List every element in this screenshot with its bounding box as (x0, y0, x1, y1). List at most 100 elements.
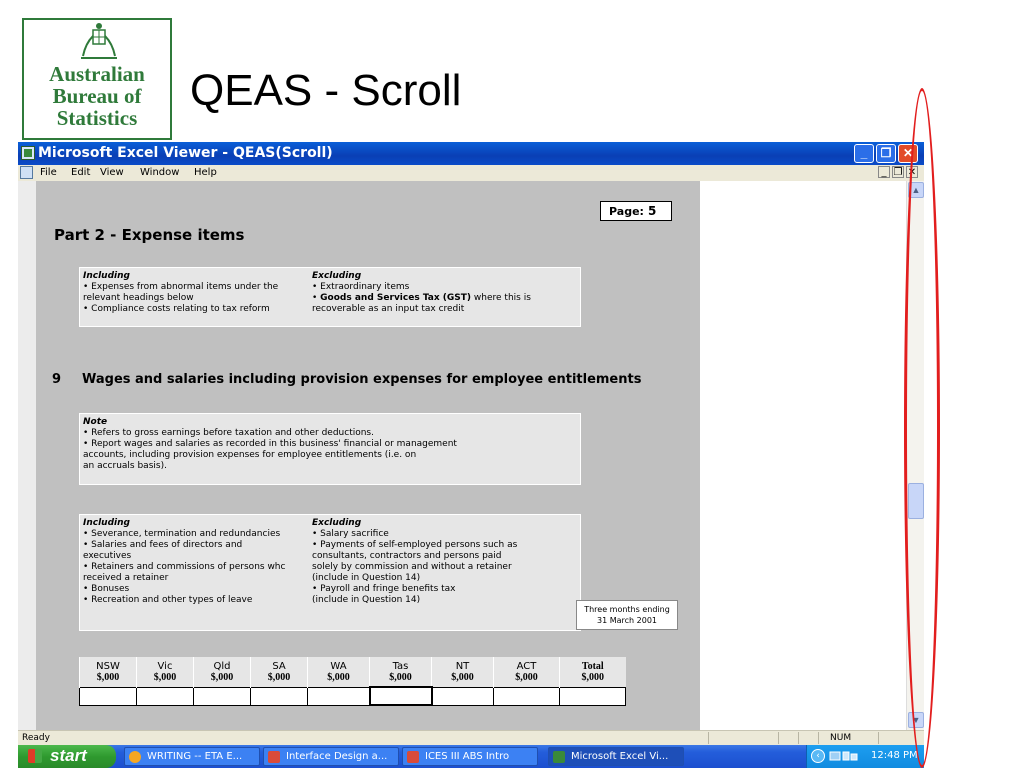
excluding-line: • Payments of self-employed persons such… (312, 540, 518, 550)
window-titlebar[interactable]: Microsoft Excel Viewer - QEAS(Scroll) _ … (18, 142, 924, 165)
taskbar-item-ices[interactable]: ICES III ABS Intro (402, 747, 538, 766)
gst-bullet: • (312, 293, 321, 303)
period-line: Three months ending (584, 605, 670, 614)
cell-nt[interactable] (431, 686, 494, 706)
column-header-sa: SA $,000 (250, 657, 308, 687)
excluding-header: Excluding (312, 271, 362, 281)
logo-line-1: Australian (49, 62, 145, 86)
note-header: Note (83, 417, 108, 427)
taskbar-item-interface-design[interactable]: Interface Design a... (263, 747, 399, 766)
excel-app-icon[interactable] (21, 146, 35, 160)
period-line: 31 March 2001 (596, 616, 657, 625)
status-divider (878, 732, 879, 744)
including-line: executives (83, 551, 132, 561)
state-values-table: NSW $,000 Vic $,000 Qld $,000 SA $,000 WA $,0… (79, 657, 626, 706)
excel-icon (553, 751, 565, 763)
column-header-total: Total $,000 (559, 657, 626, 687)
start-label: start (50, 746, 87, 765)
scrollbar-highlight-annotation (904, 88, 940, 768)
including-line: • Salaries and fees of directors and (83, 540, 243, 550)
note-line: accounts, including provision expenses f… (83, 450, 417, 460)
slide: Australian Bureau of Statistics QEAS - S… (0, 0, 1024, 768)
part-heading: Part 2 - Expense items (54, 226, 245, 244)
cell-nsw[interactable] (79, 686, 137, 706)
menu-edit[interactable]: Edit (71, 167, 90, 178)
question-text: Wages and salaries including provision e… (82, 372, 642, 387)
including-line: • Bonuses (83, 584, 130, 594)
page-label: Page: (609, 205, 644, 218)
status-divider (778, 732, 779, 744)
workbook-icon[interactable] (20, 166, 33, 179)
abs-logo: Australian Bureau of Statistics (22, 18, 172, 140)
reporting-period-box: Three months ending 31 March 2001 (576, 600, 678, 630)
taskbar-item-excel-viewer[interactable]: Microsoft Excel Vi... (548, 747, 684, 766)
excluding-line: • Salary sacrifice (312, 529, 389, 539)
logo-line-3: Statistics (56, 106, 138, 130)
column-header-act: ACT $,000 (493, 657, 560, 687)
column-header-vic: Vic $,000 (136, 657, 194, 687)
powerpoint-icon (268, 751, 280, 763)
windows-logo-icon (28, 749, 42, 763)
including-header: Including (83, 518, 130, 528)
task-label: ICES III ABS Intro (425, 751, 510, 762)
question-number: 9 (52, 372, 62, 387)
column-header-tas: Tas $,000 (369, 657, 432, 687)
excluding-line: (include in Question 14) (312, 573, 421, 583)
column-header-nsw: NSW $,000 (79, 657, 137, 687)
cell-wa[interactable] (307, 686, 370, 706)
table-header-row: NSW $,000 Vic $,000 Qld $,000 SA $,000 WA $,0… (79, 657, 626, 687)
worksheet-area[interactable]: Page: 5 Part 2 - Expense items Including … (18, 181, 906, 730)
excluding-line: • Extraordinary items (312, 282, 410, 292)
gst-rest-text: where this is (471, 293, 531, 303)
excluding-line: solely by commission and without a retai… (312, 562, 512, 572)
powerpoint-icon (407, 751, 419, 763)
column-header-qld: Qld $,000 (193, 657, 251, 687)
excluding-line: (include in Question 14) (312, 595, 421, 605)
expense-items-box: Including • Expenses from abnormal items… (79, 267, 581, 327)
cell-vic[interactable] (136, 686, 194, 706)
cell-act[interactable] (493, 686, 560, 706)
cell-qld[interactable] (193, 686, 251, 706)
sheet-page: Page: 5 Part 2 - Expense items Including … (36, 181, 700, 730)
note-line: • Refers to gross earnings before taxati… (83, 428, 374, 438)
taskbar-item-writing[interactable]: WRITING -- ETA E... (124, 747, 260, 766)
minimize-button[interactable]: _ (854, 144, 874, 163)
page-indicator: Page: 5 (600, 201, 672, 221)
cell-sa[interactable] (250, 686, 308, 706)
menu-view[interactable]: View (100, 167, 124, 178)
task-label: Microsoft Excel Vi... (571, 751, 669, 762)
column-header-nt: NT $,000 (431, 657, 494, 687)
task-label: Interface Design a... (286, 751, 388, 762)
including-line: • Retainers and commissions of persons w… (83, 562, 286, 572)
coat-of-arms-icon (81, 23, 117, 59)
cell-tas[interactable] (368, 686, 433, 706)
slide-title: QEAS - Scroll (190, 66, 462, 115)
status-ready: Ready (22, 733, 50, 743)
column-header-wa: WA $,000 (307, 657, 370, 687)
messenger-icon (129, 751, 141, 763)
menu-help[interactable]: Help (194, 167, 217, 178)
menu-window[interactable]: Window (140, 167, 179, 178)
menu-file[interactable]: File (40, 167, 57, 178)
including-header: Including (83, 271, 130, 281)
including-line: received a retainer (83, 573, 169, 583)
table-row (79, 686, 626, 706)
gst-bold-text: Goods and Services Tax (GST) (320, 293, 472, 303)
doc-minimize-button[interactable]: _ (878, 166, 890, 178)
status-divider (798, 732, 799, 744)
chevron-left-icon[interactable]: ‹ (811, 749, 825, 763)
restore-button[interactable]: ❐ (876, 144, 896, 163)
including-line: • Severance, termination and redundancie… (83, 529, 281, 539)
menu-bar: File Edit View Window Help _ ❐ ✕ (18, 165, 924, 181)
doc-restore-button[interactable]: ❐ (892, 166, 904, 178)
network-icon[interactable] (829, 750, 859, 762)
excluding-line: • Payroll and fringe benefits tax (312, 584, 456, 594)
status-bar: Ready NUM (18, 730, 924, 745)
note-line: an accruals basis). (83, 461, 167, 471)
note-line: • Report wages and salaries as recorded … (83, 439, 457, 449)
cell-total[interactable] (559, 686, 626, 706)
including-line: relevant headings below (83, 293, 194, 303)
including-line: • Recreation and other types of leave (83, 595, 253, 605)
status-divider (818, 732, 819, 744)
start-button[interactable]: start (18, 745, 116, 768)
